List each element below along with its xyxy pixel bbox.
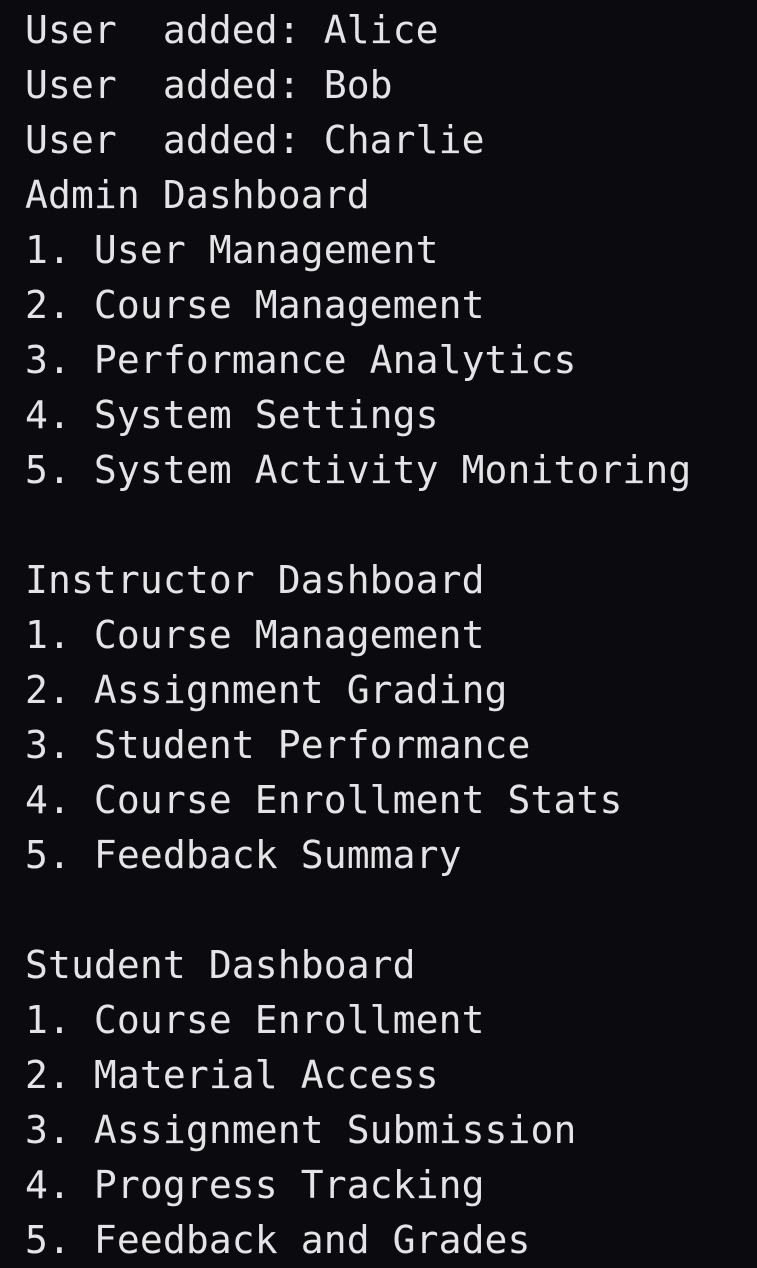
- terminal-line: 2. Assignment Grading: [25, 668, 508, 712]
- terminal-line: 4. Course Enrollment Stats: [25, 778, 623, 822]
- terminal-line: 5. System Activity Monitoring: [25, 448, 692, 492]
- terminal-line: 3. Student Performance: [25, 723, 531, 767]
- terminal-output: User added: Alice User added: Bob User add…: [0, 0, 757, 1268]
- terminal-line: 5. Feedback Summary: [25, 833, 462, 877]
- terminal-line: User added: Bob: [25, 63, 393, 107]
- terminal-line: 3. Assignment Submission: [25, 1108, 577, 1152]
- terminal-line: 1. Course Enrollment: [25, 998, 485, 1042]
- terminal-line: User added: Alice: [25, 8, 439, 52]
- terminal-line: Student Dashboard: [25, 943, 416, 987]
- terminal-line: 4. Progress Tracking: [25, 1163, 485, 1207]
- terminal-line: 1. User Management: [25, 228, 439, 272]
- terminal-line: 2. Material Access: [25, 1053, 439, 1097]
- terminal-line: 1. Course Management: [25, 613, 485, 657]
- terminal-line: Instructor Dashboard: [25, 558, 485, 602]
- terminal-line: 5. Feedback and Grades: [25, 1218, 531, 1262]
- terminal-line: 2. Course Management: [25, 283, 485, 327]
- terminal-line: Admin Dashboard: [25, 173, 370, 217]
- terminal-line: 4. System Settings: [25, 393, 439, 437]
- terminal-line: User added: Charlie: [25, 118, 485, 162]
- terminal-line: 3. Performance Analytics: [25, 338, 577, 382]
